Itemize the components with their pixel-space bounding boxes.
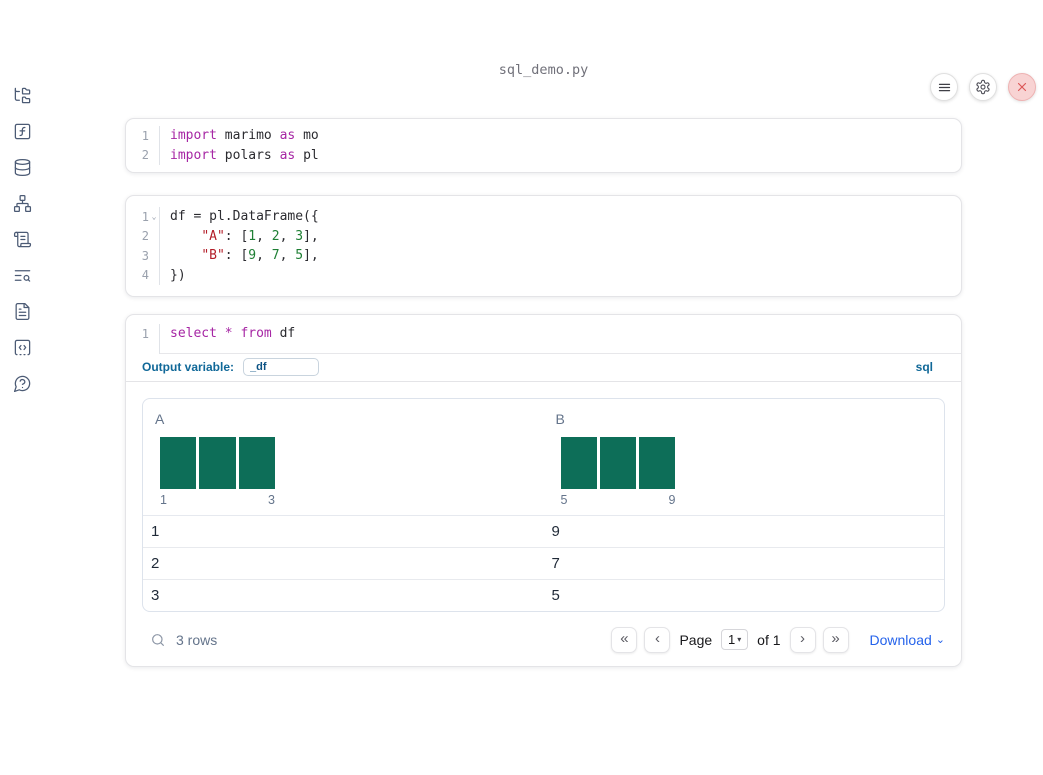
table-cell: 7 [551,554,560,572]
table-of-contents-icon[interactable] [11,264,34,287]
column-name: A [155,410,165,427]
table-cell: 3 [151,586,160,604]
code-cell-dataframe[interactable]: 1 ⌄ 2 3 4 df = pl.DataFrame({ "A": [1, 2,… [125,195,962,297]
table-row[interactable]: 3 5 [143,578,944,611]
code-line: "A": [1, 2, 3], [201,228,319,244]
logs-icon[interactable] [11,228,34,251]
table-row[interactable]: 1 9 [143,516,944,547]
notebook-controls [930,73,1036,101]
hist-min-label: 5 [560,492,568,507]
code-cell-imports[interactable]: 1 2 import marimo as mo import polars as… [125,118,962,173]
hist-min-label: 1 [160,492,167,507]
menu-button[interactable] [930,73,958,101]
first-page-button[interactable]: « [611,626,638,653]
last-page-button[interactable]: » [822,626,849,653]
line-number: 2 [141,229,149,244]
select-caret-icon: ▾ [737,635,742,644]
line-number: 3 [141,248,149,263]
code-editor[interactable]: import marimo as mo import polars as pl [160,126,961,165]
line-number: 4 [141,268,149,283]
sql-cell[interactable]: 1 select * from df Output variable: sql … [125,314,962,667]
table-cell: 9 [551,522,560,540]
line-number-gutter: 1 2 [126,126,160,165]
table-cell: 2 [151,554,160,572]
table-header-row: A 1 3 B 5 9 [143,399,944,516]
line-number-gutter: 1 [126,324,160,354]
table-footer: 3 rows « ‹ Page 1 ▾ of 1 › » Download ⌄ [142,622,945,658]
data-sources-icon[interactable] [11,156,34,179]
snippets-icon[interactable] [11,336,34,359]
page-label: Page [679,631,713,648]
cell-output: A 1 3 B 5 9 1 9 2 7 3 5 3 rows « ‹ Page … [126,382,961,666]
shutdown-button[interactable] [1008,73,1036,101]
sql-cell-toolbar: Output variable: sql [126,354,961,382]
code-line: import polars as pl [170,147,319,163]
notebook-content: sql_demo.py 1 2 import marimo as mo impo… [125,62,962,667]
histogram-column-b [560,436,676,489]
first-page-icon: « [620,630,629,647]
prev-page-icon: ‹ [654,630,660,647]
column-name: B [555,410,565,427]
sql-editor-line[interactable]: select * from df [160,324,961,354]
hist-max-label: 9 [668,492,676,507]
download-caret-icon: ⌄ [935,634,945,646]
close-x-icon [1017,82,1027,92]
line-number: 1 [141,128,149,143]
column-header-b[interactable]: B 5 9 [544,399,945,515]
histogram-column-a [160,436,275,489]
code-line: df = pl.DataFrame({ [170,209,319,225]
page-select[interactable]: 1 ▾ [721,629,749,650]
code-line: import marimo as mo [170,128,319,144]
notebook-filename: sql_demo.py [498,62,589,78]
next-page-button[interactable]: › [789,626,816,653]
last-page-icon: » [831,630,840,647]
prev-page-button[interactable]: ‹ [644,626,671,653]
output-variable-input[interactable] [243,358,320,376]
output-variable-label: Output variable: [142,360,235,374]
code-line: }) [170,267,186,283]
file-explorer-icon[interactable] [11,84,34,107]
dataframe-table: A 1 3 B 5 9 1 9 2 7 3 5 [142,397,945,612]
next-page-icon: › [800,630,806,647]
page-of-label: of 1 [757,631,781,648]
documentation-icon[interactable] [11,300,34,323]
hist-max-label: 3 [268,492,275,507]
line-number: 2 [141,148,149,163]
page-select-value: 1 [728,632,736,647]
line-number-gutter: 1 ⌄ 2 3 4 [126,207,160,285]
download-label: Download [869,631,932,648]
table-row[interactable]: 2 7 [143,546,944,579]
row-count: 3 rows [176,631,218,648]
table-cell: 5 [551,586,560,604]
help-icon[interactable] [11,372,34,395]
variables-icon[interactable] [11,120,34,143]
settings-button[interactable] [969,73,997,101]
fold-chevron-icon[interactable]: ⌄ [149,212,159,221]
search-icon[interactable] [150,632,166,648]
line-number: 1 [141,209,149,224]
code-line: select * from df [170,326,296,342]
line-number: 1 [141,326,149,341]
column-header-a[interactable]: A 1 3 [143,399,544,515]
table-cell: 1 [151,522,160,540]
download-button[interactable]: Download ⌄ [870,632,945,648]
code-editor[interactable]: df = pl.DataFrame({ "A": [1, 2, 3], "B":… [160,207,961,285]
helper-panel-sidebar [0,62,44,775]
language-badge: sql [915,360,933,374]
dependency-graph-icon[interactable] [11,192,34,215]
code-line: "B": [9, 7, 5], [201,248,319,264]
